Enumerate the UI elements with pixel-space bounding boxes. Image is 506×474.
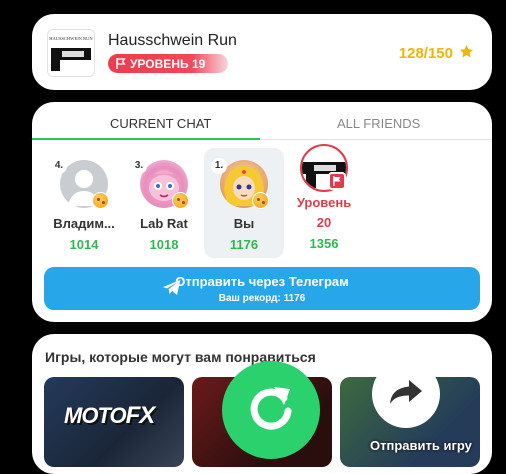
- game-logo: MOTOFX: [64, 402, 155, 429]
- suggested-game-tile[interactable]: MOTOFX: [44, 377, 184, 467]
- next-level-target: Уровень 20 1356: [284, 142, 364, 252]
- player-name: Владим...: [53, 216, 115, 231]
- rank-number: 1.: [211, 158, 227, 174]
- level-target-score: 1356: [309, 236, 339, 251]
- tab-divider: [260, 139, 492, 140]
- share-game-label[interactable]: Отправить игру: [370, 438, 472, 453]
- dragon-ball-icon: [92, 192, 109, 209]
- player-score: 1176: [229, 237, 259, 252]
- level-label: Уровень: [296, 195, 352, 210]
- progress-value: 128/150: [398, 45, 453, 62]
- leaderboard-card: CURRENT CHAT ALL FRIENDS 4. Владим... 10…: [32, 102, 492, 322]
- share-game-button[interactable]: [372, 360, 440, 428]
- restart-icon: [244, 381, 298, 440]
- level-badge: УРОВЕНЬ 19: [108, 54, 228, 73]
- game-thumbnail[interactable]: HAUSSCHWEIN RUN: [47, 29, 95, 77]
- rank-number: 4.: [51, 158, 67, 174]
- leaderboard-entry-self[interactable]: 1. Вы 1176: [204, 148, 284, 258]
- share-arrow-icon: [389, 378, 423, 411]
- progress-counter: 128/150: [399, 44, 474, 63]
- flag-icon: [116, 58, 126, 69]
- tab-current-chat[interactable]: CURRENT CHAT: [110, 116, 211, 131]
- tab-all-friends[interactable]: ALL FRIENDS: [337, 116, 420, 131]
- game-header-card: HAUSSCHWEIN RUN Hausschwein Run УРОВЕНЬ …: [32, 14, 492, 90]
- game-thumb-text: HAUSSCHWEIN RUN: [49, 36, 93, 41]
- game-title: Hausschwein Run: [108, 32, 237, 49]
- personal-record: Ваш рекорд: 1176: [218, 293, 306, 304]
- flag-icon: [328, 172, 346, 190]
- send-via-telegram-button[interactable]: Отправить через Телеграм Ваш рекорд: 117…: [44, 267, 480, 310]
- restart-button[interactable]: [222, 361, 320, 459]
- player-name: Вы: [233, 216, 255, 231]
- star-icon: [459, 44, 474, 63]
- dragon-ball-icon: [252, 192, 269, 209]
- dragon-ball-icon: [172, 192, 189, 209]
- player-score: 1014: [69, 237, 99, 252]
- level-number: 20: [316, 215, 332, 230]
- player-score: 1018: [149, 237, 179, 252]
- leaderboard-tabs: CURRENT CHAT ALL FRIENDS: [32, 102, 492, 140]
- leaderboard-entry[interactable]: 3. Lab Rat 1018: [124, 148, 204, 258]
- level-label: УРОВЕНЬ 19: [130, 56, 206, 71]
- player-name: Lab Rat: [140, 216, 188, 231]
- leaderboard-entry[interactable]: 4. Владим... 1014: [44, 148, 124, 258]
- telegram-button-label: Отправить через Телеграм: [175, 274, 349, 289]
- rank-number: 3.: [131, 158, 147, 174]
- active-tab-indicator: [32, 138, 260, 140]
